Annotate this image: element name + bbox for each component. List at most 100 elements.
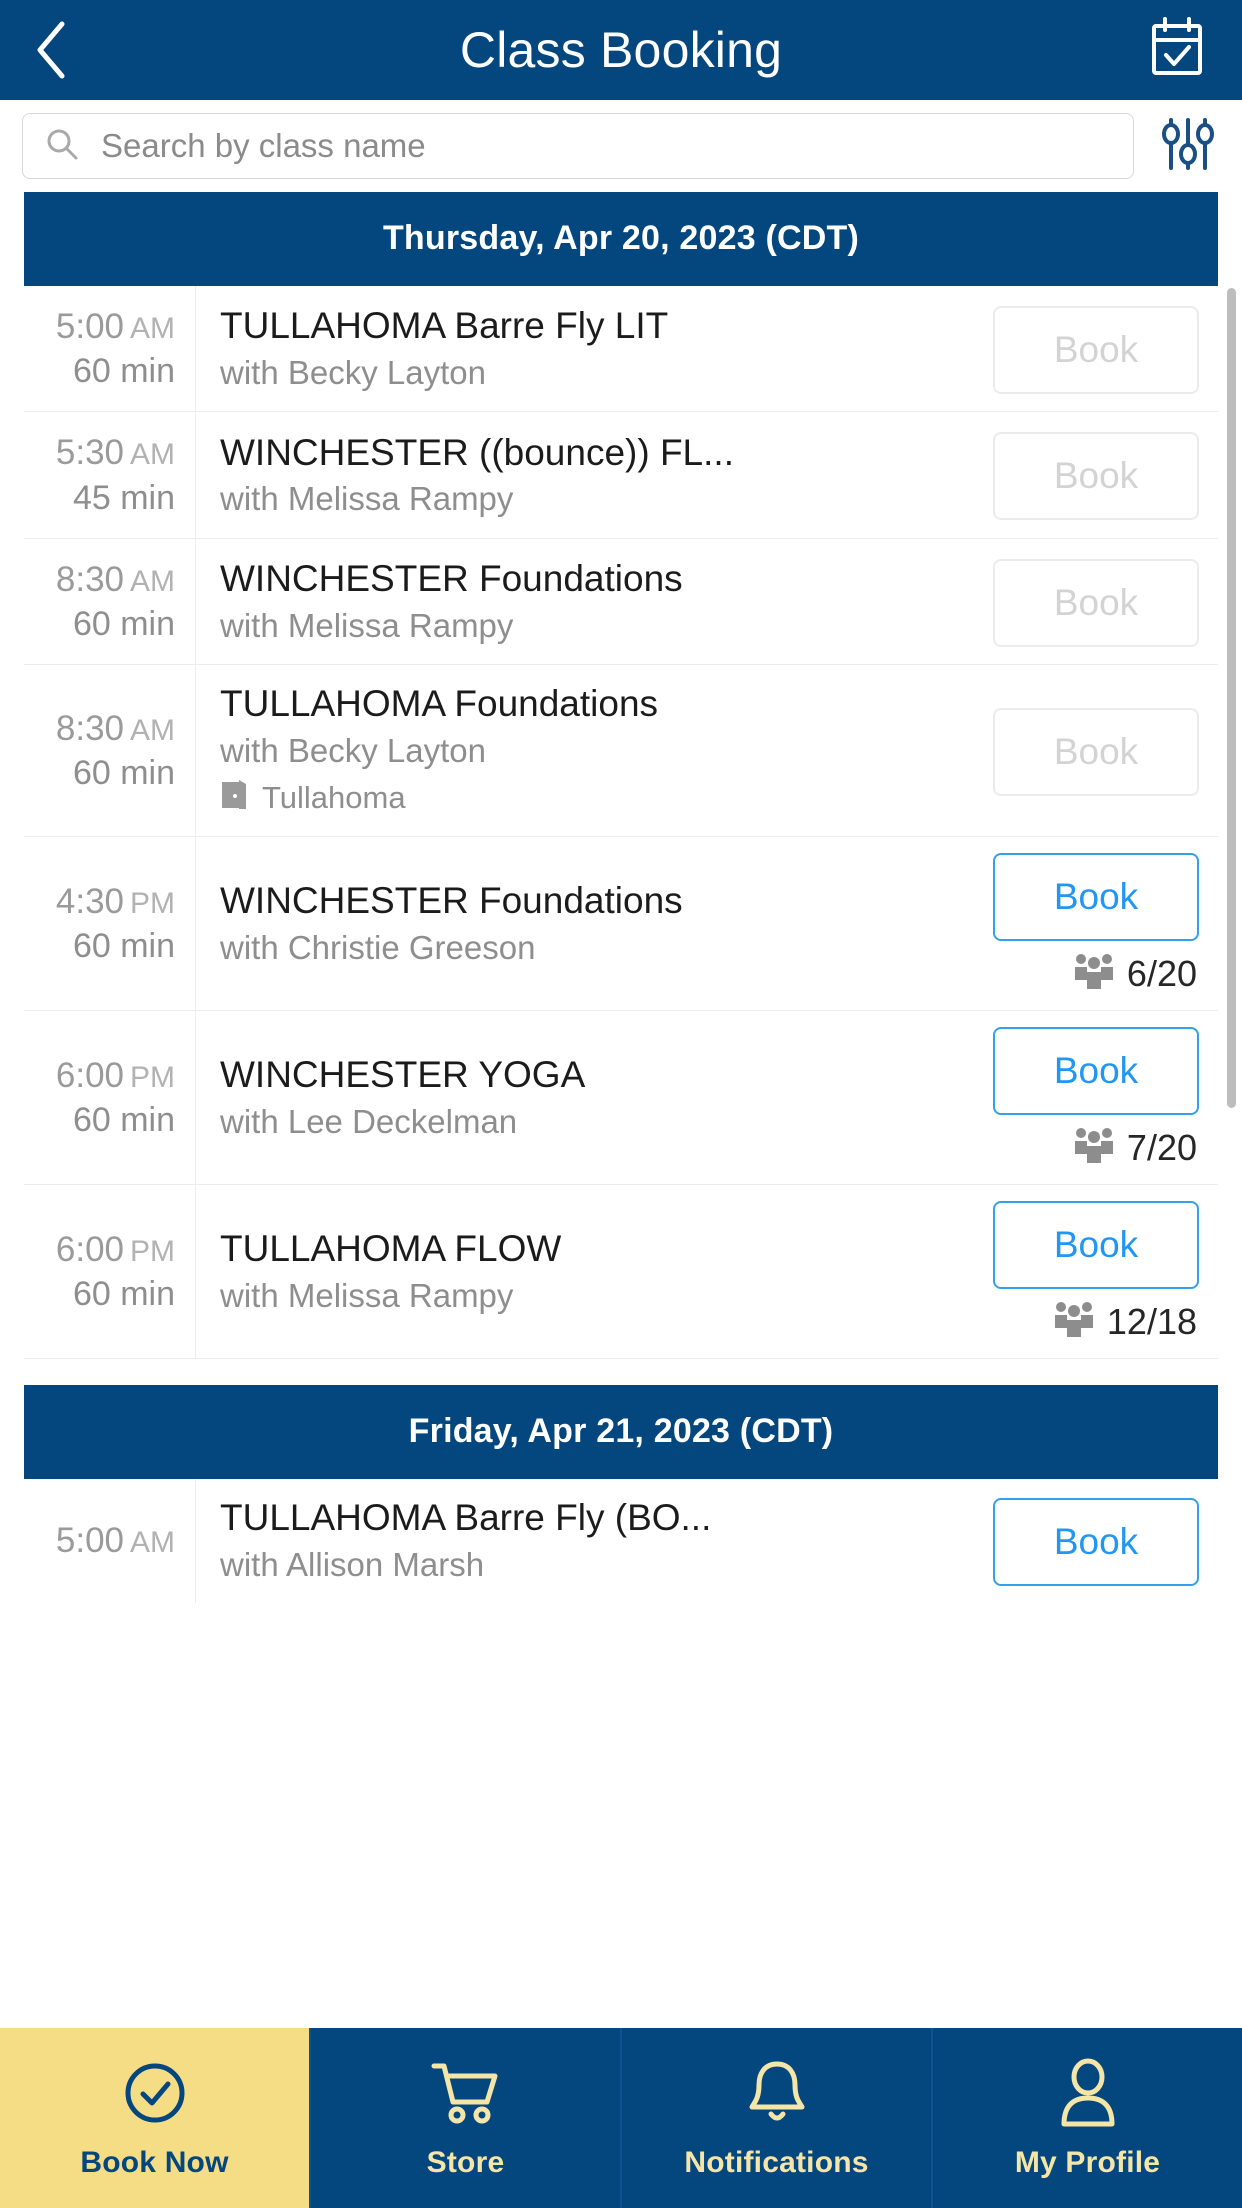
class-action-column: Book 6/20 xyxy=(982,837,1218,1010)
class-time-column: 8:30 AM 60 min xyxy=(24,538,196,665)
class-action-column: Book xyxy=(982,539,1218,664)
search-box[interactable] xyxy=(22,113,1134,179)
attendance-people-icon xyxy=(1051,1299,1097,1344)
scrollbar[interactable] xyxy=(1227,288,1236,1108)
class-attendance: 6/20 xyxy=(993,951,1199,996)
class-info-column: TULLAHOMA Foundations with Becky Layton Tu… xyxy=(196,665,982,836)
class-info-column: WINCHESTER ((bounce)) FL... with Melissa … xyxy=(196,412,982,537)
class-name: TULLAHOMA FLOW xyxy=(220,1228,562,1270)
class-instructor: with Melissa Rampy xyxy=(220,480,514,518)
book-button: Book xyxy=(993,432,1199,521)
book-button[interactable]: Book xyxy=(993,1497,1199,1586)
book-button: Book xyxy=(993,707,1199,796)
class-info-column: TULLAHOMA FLOW with Melissa Rampy xyxy=(196,1185,982,1358)
class-time-value: 8:30 xyxy=(55,559,124,599)
class-time-meridiem: PM xyxy=(130,1061,175,1095)
book-button[interactable]: Book xyxy=(993,1201,1199,1290)
attendance-people-icon xyxy=(1071,1125,1117,1170)
class-room: Tullahoma xyxy=(220,778,966,818)
class-duration: 60 min xyxy=(72,1275,175,1314)
day-header: Friday, Apr 21, 2023 (CDT) xyxy=(24,1385,1218,1480)
class-time-meridiem: AM xyxy=(130,564,175,598)
calendar-button[interactable] xyxy=(1146,16,1208,84)
class-row[interactable]: 8:30 AM 60 min TULLAHOMA Foundations with Be… xyxy=(24,665,1218,838)
nav-item-notifications[interactable]: Notifications xyxy=(622,2028,933,2208)
class-time-column: 8:30 AM 60 min xyxy=(24,665,196,837)
class-name: TULLAHOMA Barre Fly (BO... xyxy=(220,1497,712,1539)
back-button[interactable] xyxy=(34,20,88,80)
filter-button[interactable] xyxy=(1152,111,1224,181)
nav-item-label: Book Now xyxy=(80,2146,229,2179)
class-attendance: 7/20 xyxy=(993,1125,1199,1170)
class-info-column: WINCHESTER Foundations with Christie Gree… xyxy=(196,837,982,1010)
class-time-meridiem: AM xyxy=(130,312,175,345)
search-input[interactable] xyxy=(101,127,1111,165)
class-action-column: Book xyxy=(982,286,1218,411)
class-row[interactable]: 6:00 PM 60 min WINCHESTER YOGA with Lee Deck… xyxy=(24,1011,1218,1186)
class-list[interactable]: Thursday, Apr 20, 2023 (CDT) 5:00 AM 60 min… xyxy=(0,192,1242,2028)
class-action-column: Book xyxy=(982,412,1218,537)
class-time: 5:00 AM xyxy=(56,1520,175,1561)
class-name: WINCHESTER ((bounce)) FL... xyxy=(220,431,734,473)
nav-item-label: Notifications xyxy=(684,2146,869,2179)
class-action-column: Book 12/18 xyxy=(982,1185,1218,1358)
search-icon xyxy=(45,127,79,166)
class-duration: 60 min xyxy=(72,352,175,391)
class-time-meridiem: AM xyxy=(130,438,175,472)
class-time-meridiem: PM xyxy=(130,887,175,921)
class-time: 5:30 AM xyxy=(56,432,175,473)
book-button[interactable]: Book xyxy=(993,853,1199,942)
book-button[interactable]: Book xyxy=(993,1027,1199,1116)
search-row xyxy=(0,100,1242,192)
class-info-column: WINCHESTER Foundations with Melissa Rampy xyxy=(196,539,982,664)
class-instructor: with Allison Marsh xyxy=(220,1546,485,1584)
class-time-column: 5:30 AM 45 min xyxy=(24,412,196,538)
class-row[interactable]: 6:00 PM 60 min TULLAHOMA FLOW with Melissa R… xyxy=(24,1185,1218,1360)
shopping-cart-icon xyxy=(430,2056,502,2130)
class-name: WINCHESTER Foundations xyxy=(220,880,683,922)
class-action-column: Book xyxy=(982,665,1218,836)
class-time-column: 5:00 AM 60 min xyxy=(24,286,196,412)
class-row[interactable]: 5:30 AM 45 min WINCHESTER ((bounce)) FL... w… xyxy=(24,412,1218,539)
class-instructor: with Lee Deckelman xyxy=(220,1103,518,1141)
sliders-filter-icon xyxy=(1161,116,1215,177)
class-name: WINCHESTER Foundations xyxy=(220,557,683,599)
class-row[interactable]: 5:00 AM 60 min TULLAHOMA Barre Fly LIT with … xyxy=(24,286,1218,413)
class-duration: 60 min xyxy=(72,927,175,966)
class-attendance: 12/18 xyxy=(993,1299,1199,1344)
class-time-value: 6:00 xyxy=(55,1230,124,1270)
class-info-column: TULLAHOMA Barre Fly LIT with Becky Layton xyxy=(196,286,982,411)
class-row[interactable]: 8:30 AM 60 min WINCHESTER Foundations with M… xyxy=(24,538,1218,666)
class-row[interactable]: 5:00 AM TULLAHOMA Barre Fly (BO... with All… xyxy=(24,1479,1218,1603)
calendar-check-icon xyxy=(1149,16,1205,84)
class-instructor: with Christie Greeson xyxy=(220,929,536,967)
nav-item-my-profile[interactable]: My Profile xyxy=(933,2028,1242,2208)
class-time: 6:00 PM xyxy=(56,1055,175,1096)
class-time-value: 5:30 xyxy=(55,433,124,473)
class-time-column: 5:00 AM xyxy=(24,1479,196,1603)
attendance-count: 6/20 xyxy=(1126,952,1197,994)
class-duration: 45 min xyxy=(72,478,175,517)
class-time: 8:30 AM xyxy=(56,708,175,749)
check-circle-icon xyxy=(122,2056,188,2130)
nav-item-book-now[interactable]: Book Now xyxy=(0,2028,311,2208)
book-button: Book xyxy=(993,558,1199,647)
bell-icon xyxy=(746,2056,808,2130)
class-time-value: 5:00 xyxy=(55,1521,124,1561)
nav-item-store[interactable]: Store xyxy=(311,2028,622,2208)
class-time-column: 4:30 PM 60 min xyxy=(24,837,196,1011)
bottom-navigation: Book Now Store Notifications My Profile xyxy=(0,2028,1242,2208)
class-name: TULLAHOMA Foundations xyxy=(220,683,659,725)
nav-item-label: My Profile xyxy=(1014,2146,1161,2179)
app-screen: Class Booking Search by class name Thurs… xyxy=(0,0,1242,2208)
room-door-icon xyxy=(220,778,250,818)
class-time-meridiem: AM xyxy=(130,714,175,748)
attendance-count: 7/20 xyxy=(1126,1126,1197,1168)
class-time: 4:30 PM xyxy=(56,881,175,922)
class-duration: 60 min xyxy=(72,1101,175,1140)
day-header: Thursday, Apr 20, 2023 (CDT) xyxy=(24,192,1218,286)
class-row[interactable]: 4:30 PM 60 min WINCHESTER Foundations with C… xyxy=(24,837,1218,1012)
class-time-column: 6:00 PM 60 min xyxy=(24,1185,196,1359)
user-icon xyxy=(1057,2056,1119,2130)
class-instructor: with Becky Layton xyxy=(220,732,486,770)
